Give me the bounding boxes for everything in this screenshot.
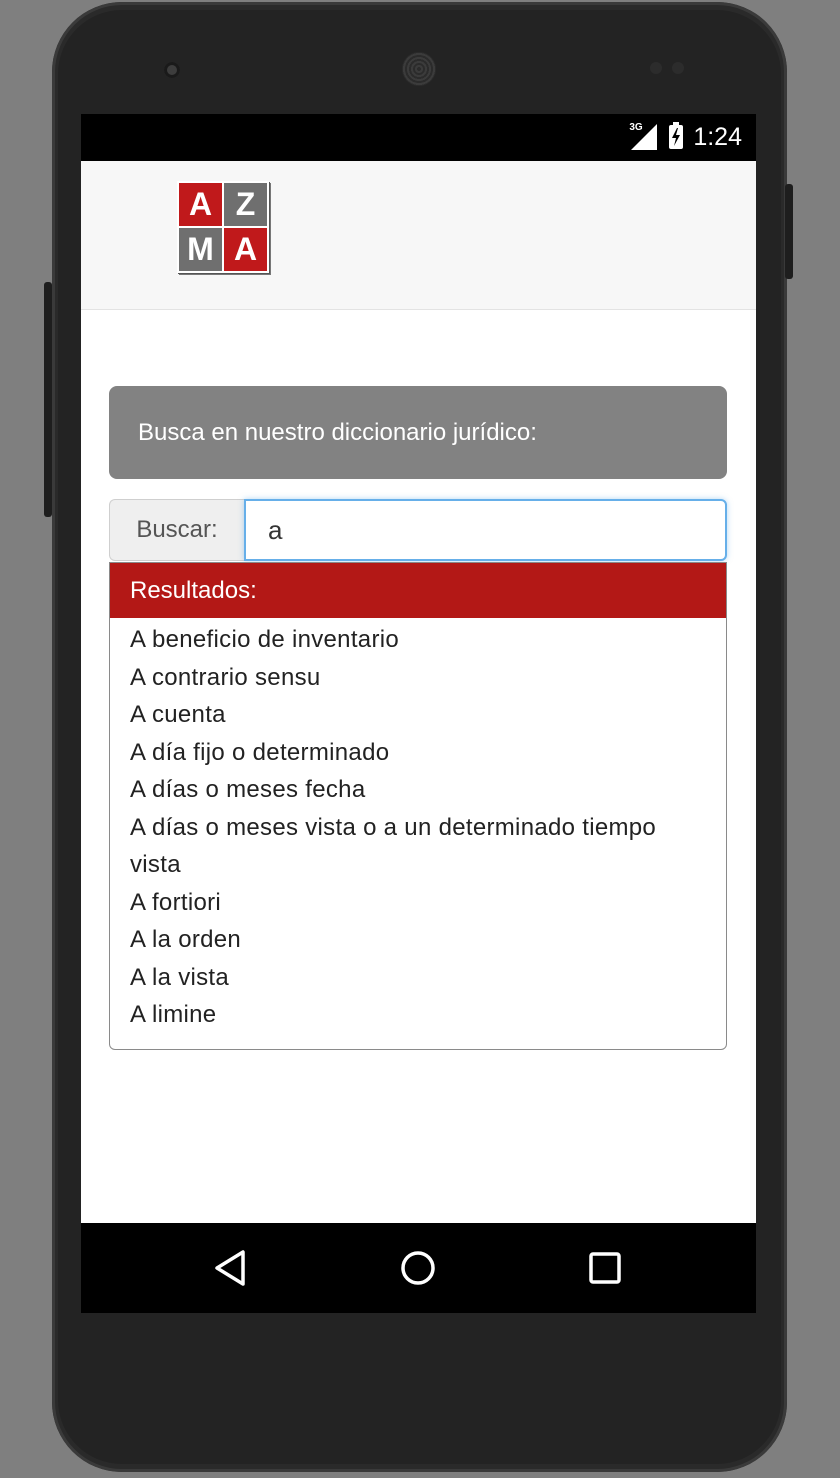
battery-icon: [669, 122, 684, 149]
result-item[interactable]: A días o meses fecha: [130, 771, 706, 809]
clock: 1:24: [693, 122, 742, 151]
status-bar: 3G 1:24: [81, 114, 756, 161]
earpiece-speaker-icon: [402, 52, 436, 86]
banner-text: Busca en nuestro diccionario jurídico:: [138, 418, 537, 446]
search-banner: Busca en nuestro diccionario jurídico:: [109, 386, 727, 479]
results-list: A beneficio de inventario A contrario se…: [110, 618, 726, 1034]
logo-letter: A: [179, 183, 222, 226]
search-label: Buscar:: [109, 499, 244, 561]
logo-letter: Z: [224, 183, 267, 226]
result-item[interactable]: A fortiori: [130, 884, 706, 922]
result-item[interactable]: A beneficio de inventario: [130, 621, 706, 659]
proximity-sensor-icon: [650, 62, 662, 74]
result-item[interactable]: A cuenta: [130, 696, 706, 734]
result-item[interactable]: A días o meses vista o a un determinado …: [130, 809, 706, 884]
azma-logo[interactable]: A Z M A: [177, 181, 269, 273]
result-item[interactable]: A la vista: [130, 959, 706, 997]
signal-icon: 3G: [627, 122, 659, 152]
search-group: Buscar:: [109, 499, 727, 561]
back-icon[interactable]: [211, 1248, 251, 1288]
volume-button: [44, 282, 52, 517]
search-input[interactable]: [244, 499, 727, 561]
logo-letter: A: [224, 228, 267, 271]
front-camera-icon: [164, 62, 180, 78]
power-button: [785, 184, 793, 279]
navigation-bar: [81, 1223, 756, 1313]
result-item[interactable]: A día fijo o determinado: [130, 734, 706, 772]
results-header: Resultados:: [110, 563, 726, 618]
home-icon[interactable]: [398, 1248, 438, 1288]
logo-letter: M: [179, 228, 222, 271]
light-sensor-icon: [672, 62, 684, 74]
network-type: 3G: [629, 122, 643, 133]
result-item[interactable]: A contrario sensu: [130, 659, 706, 697]
results-panel: Resultados: A beneficio de inventario A …: [109, 562, 727, 1050]
app-header: A Z M A: [81, 161, 756, 310]
screen: 3G 1:24 A Z M A Busca en nuestro diccion…: [81, 114, 756, 1313]
recents-icon[interactable]: [585, 1248, 625, 1288]
result-item[interactable]: A limine: [130, 996, 706, 1034]
result-item[interactable]: A la orden: [130, 921, 706, 959]
